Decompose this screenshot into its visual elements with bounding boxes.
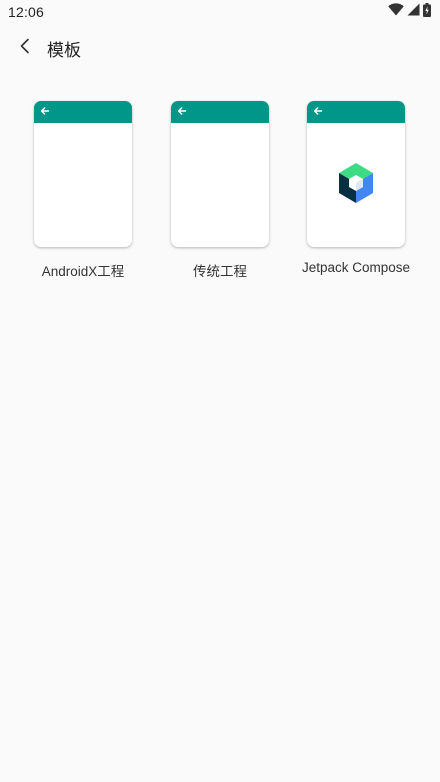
template-preview-toolbar bbox=[307, 101, 405, 123]
template-jetpack-compose[interactable]: Jetpack Compose bbox=[295, 101, 417, 275]
back-button[interactable] bbox=[5, 28, 45, 68]
template-preview-toolbar bbox=[34, 101, 132, 123]
template-androidx[interactable]: AndroidX工程 bbox=[22, 101, 144, 280]
status-time: 12:06 bbox=[8, 4, 45, 20]
back-arrow-icon bbox=[313, 103, 323, 121]
template-label: Jetpack Compose bbox=[301, 260, 411, 275]
template-legacy[interactable]: 传统工程 bbox=[159, 101, 281, 280]
template-label: AndroidX工程 bbox=[41, 264, 125, 279]
status-icons bbox=[388, 2, 431, 22]
app-bar: 模板 bbox=[0, 28, 440, 68]
jetpack-compose-logo-icon bbox=[337, 162, 375, 209]
signal-icon bbox=[407, 3, 420, 21]
wifi-icon bbox=[388, 3, 404, 21]
back-arrow-icon bbox=[18, 38, 32, 59]
template-preview-toolbar bbox=[171, 101, 269, 123]
template-preview-body bbox=[171, 123, 269, 247]
back-arrow-icon bbox=[40, 103, 50, 121]
back-arrow-icon bbox=[177, 103, 187, 121]
status-bar: 12:06 bbox=[0, 0, 440, 24]
battery-icon bbox=[423, 2, 431, 22]
template-label: 传统工程 bbox=[193, 264, 247, 279]
page-title: 模板 bbox=[47, 40, 81, 60]
template-preview-body bbox=[307, 123, 405, 247]
template-preview-card bbox=[34, 101, 132, 247]
template-preview-card bbox=[307, 101, 405, 247]
template-preview-card bbox=[171, 101, 269, 247]
template-preview-body bbox=[34, 123, 132, 247]
